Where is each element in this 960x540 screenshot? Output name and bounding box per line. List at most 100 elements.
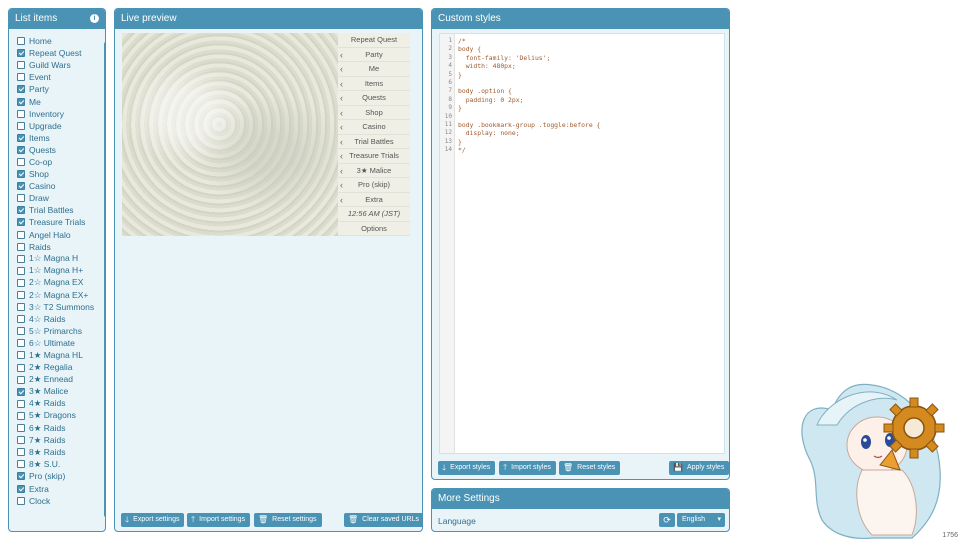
- checkbox[interactable]: [17, 37, 25, 46]
- preview-menu-item[interactable]: Treasure Trials: [338, 149, 410, 164]
- checkbox[interactable]: [17, 194, 25, 203]
- list-item[interactable]: Clock: [17, 495, 101, 507]
- checkbox[interactable]: [17, 73, 25, 82]
- list-item[interactable]: 4☆ Raids: [17, 313, 101, 325]
- clear-saved-urls-button[interactable]: 🗑 Clear saved URLs: [344, 513, 422, 527]
- checkbox[interactable]: [17, 121, 25, 130]
- list-item[interactable]: Inventory: [17, 108, 101, 120]
- preview-menu-item[interactable]: Party: [338, 47, 410, 62]
- checkbox[interactable]: [17, 363, 25, 372]
- list-item[interactable]: Repeat Quest: [17, 47, 101, 59]
- list-item[interactable]: 2☆ Magna EX: [17, 277, 101, 289]
- checkbox[interactable]: [17, 278, 25, 287]
- list-item[interactable]: 1☆ Magna H+: [17, 265, 101, 277]
- list-item[interactable]: Treasure Trials: [17, 216, 101, 228]
- reset-styles-button[interactable]: 🗑 Reset styles: [559, 461, 621, 475]
- checkbox[interactable]: [17, 448, 25, 457]
- checkbox[interactable]: [17, 170, 25, 179]
- checkbox[interactable]: [17, 460, 25, 469]
- preview-menu-item[interactable]: Trial Battles: [338, 134, 410, 149]
- list-item[interactable]: 8★ Raids: [17, 446, 101, 458]
- checkbox[interactable]: [17, 230, 25, 239]
- list-item[interactable]: 6☆ Ultimate: [17, 337, 101, 349]
- preview-menu-item[interactable]: Options: [338, 221, 410, 236]
- refresh-icon[interactable]: ⟳: [659, 513, 675, 527]
- list-item[interactable]: Pro (skip): [17, 470, 101, 482]
- list-scrollbar[interactable]: [104, 42, 105, 517]
- list-item[interactable]: Upgrade: [17, 120, 101, 132]
- css-code-editor[interactable]: 1 2 3 4 5 6 7 8 9 10 11 12 13 14 /* body…: [439, 33, 725, 454]
- checkbox[interactable]: [17, 97, 25, 106]
- list-item[interactable]: Home: [17, 35, 101, 47]
- list-item[interactable]: Angel Halo: [17, 229, 101, 241]
- export-styles-button[interactable]: 🡓 Export styles: [438, 461, 496, 475]
- list-item[interactable]: 5☆ Primarchs: [17, 325, 101, 337]
- checkbox[interactable]: [17, 436, 25, 445]
- checkbox[interactable]: [17, 327, 25, 336]
- checkbox[interactable]: [17, 85, 25, 94]
- checkbox[interactable]: [17, 109, 25, 118]
- list-item[interactable]: 1☆ Magna H: [17, 253, 101, 265]
- list-item[interactable]: 8★ S.U.: [17, 458, 101, 470]
- checkbox[interactable]: [17, 145, 25, 154]
- list-item[interactable]: 3☆ T2 Summons: [17, 301, 101, 313]
- list-item[interactable]: 2★ Ennead: [17, 374, 101, 386]
- list-item[interactable]: Party: [17, 83, 101, 95]
- list-item[interactable]: 2★ Regalia: [17, 362, 101, 374]
- checkbox[interactable]: [17, 399, 25, 408]
- checkbox[interactable]: [17, 424, 25, 433]
- list-item[interactable]: 7★ Raids: [17, 434, 101, 446]
- checkbox[interactable]: [17, 387, 25, 396]
- preview-menu-item[interactable]: Shop: [338, 105, 410, 120]
- checkbox[interactable]: [17, 472, 25, 481]
- import-settings-button[interactable]: 🡑 Import settings: [187, 513, 251, 527]
- preview-menu-item[interactable]: 3★ Malice: [338, 163, 410, 178]
- list-item[interactable]: Guild Wars: [17, 59, 101, 71]
- checkbox[interactable]: [17, 303, 25, 312]
- list-item[interactable]: 1★ Magna HL: [17, 349, 101, 361]
- preview-menu-item[interactable]: Pro (skip): [338, 178, 410, 193]
- preview-menu-item[interactable]: Items: [338, 76, 410, 91]
- preview-menu-item[interactable]: Casino: [338, 120, 410, 135]
- list-item[interactable]: Casino: [17, 180, 101, 192]
- checkbox[interactable]: [17, 49, 25, 58]
- list-item[interactable]: Extra: [17, 482, 101, 494]
- checkbox[interactable]: [17, 496, 25, 505]
- list-item[interactable]: Me: [17, 95, 101, 107]
- list-item[interactable]: 2☆ Magna EX+: [17, 289, 101, 301]
- list-item[interactable]: Trial Battles: [17, 204, 101, 216]
- list-item[interactable]: Quests: [17, 144, 101, 156]
- import-styles-button[interactable]: 🡑 Import styles: [499, 461, 556, 475]
- preview-menu-item[interactable]: Extra: [338, 192, 410, 207]
- checkbox[interactable]: [17, 339, 25, 348]
- language-select[interactable]: English ▾: [677, 513, 725, 527]
- info-icon[interactable]: i: [90, 14, 99, 23]
- checkbox[interactable]: [17, 182, 25, 191]
- list-item[interactable]: 4★ Raids: [17, 398, 101, 410]
- checkbox[interactable]: [17, 375, 25, 384]
- checkbox[interactable]: [17, 157, 25, 166]
- reset-settings-button[interactable]: 🗑 Reset settings: [254, 513, 322, 527]
- list-item[interactable]: Draw: [17, 192, 101, 204]
- list-item[interactable]: 6★ Raids: [17, 422, 101, 434]
- checkbox[interactable]: [17, 133, 25, 142]
- list-item[interactable]: Shop: [17, 168, 101, 180]
- checkbox[interactable]: [17, 351, 25, 360]
- checkbox[interactable]: [17, 218, 25, 227]
- code-content[interactable]: /* body { font-family: 'Delius'; width: …: [458, 37, 600, 155]
- preview-menu-item[interactable]: 12:56 AM (JST): [338, 207, 410, 222]
- preview-menu-item[interactable]: Quests: [338, 91, 410, 106]
- checkbox[interactable]: [17, 242, 25, 251]
- checkbox[interactable]: [17, 291, 25, 300]
- list-item[interactable]: 5★ Dragons: [17, 410, 101, 422]
- export-settings-button[interactable]: 🡓 Export settings: [121, 513, 185, 527]
- list-item[interactable]: Event: [17, 71, 101, 83]
- list-item[interactable]: 3★ Malice: [17, 386, 101, 398]
- checkbox[interactable]: [17, 315, 25, 324]
- checkbox[interactable]: [17, 254, 25, 263]
- preview-menu-item[interactable]: Me: [338, 62, 410, 77]
- checkbox[interactable]: [17, 61, 25, 70]
- checkbox[interactable]: [17, 484, 25, 493]
- apply-styles-button[interactable]: 💾 Apply styles: [669, 461, 729, 475]
- checkbox[interactable]: [17, 411, 25, 420]
